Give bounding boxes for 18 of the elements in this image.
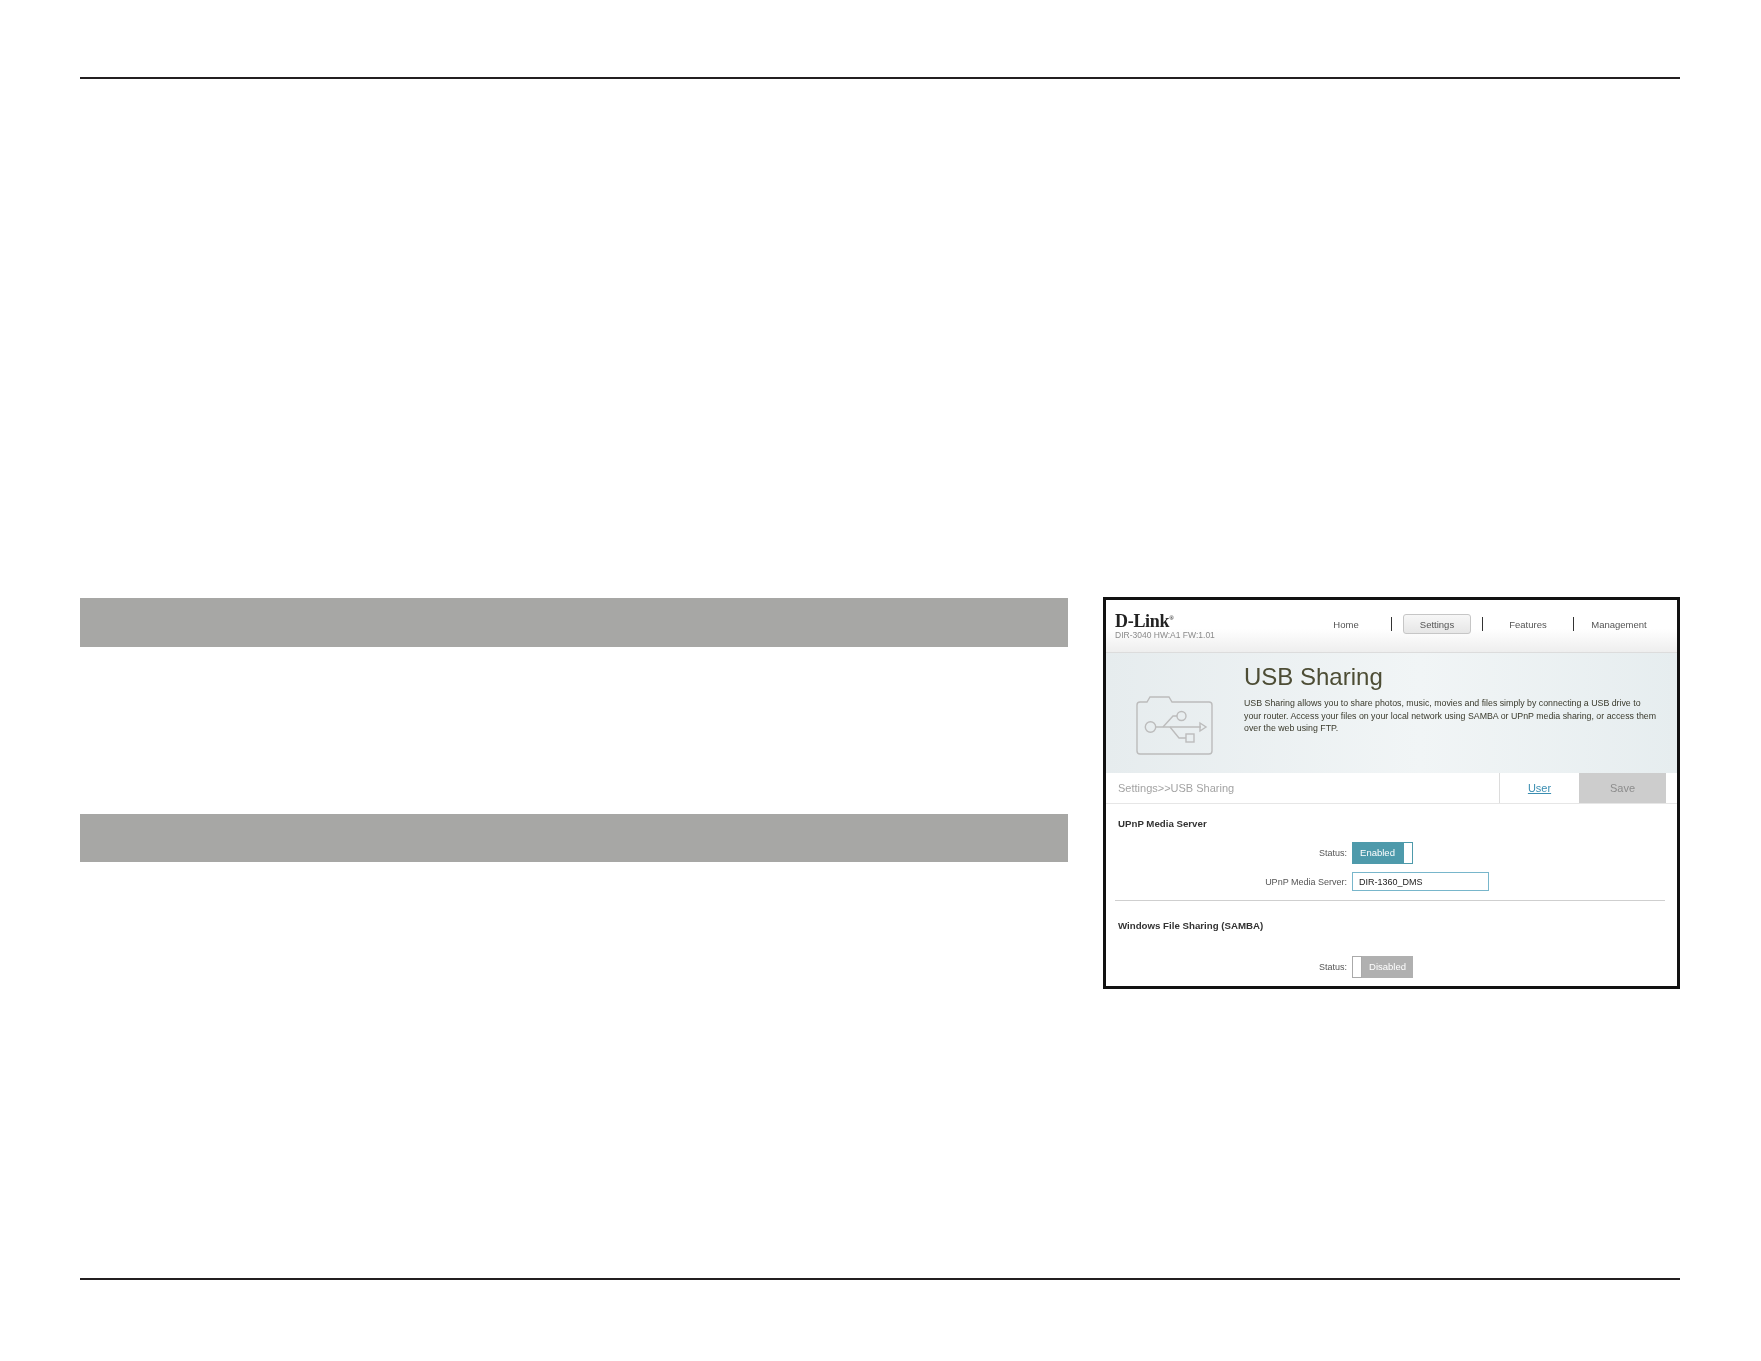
toggle-knob[interactable] [1352,956,1362,978]
field-label: Status: [1318,962,1347,972]
nav-tab[interactable]: Features [1494,614,1562,634]
toggle-knob[interactable] [1403,842,1413,864]
field-label: UPnP Media Server: [1264,876,1347,887]
brand-logo: D-Link$^{®}$ [1115,610,1175,630]
usb-folder-icon [1136,696,1213,755]
section-title: UPnP Media Server [1118,818,1208,830]
text-field[interactable]: DIR-1360_DMS [1352,872,1489,891]
nav-tab[interactable]: Settings [1403,614,1471,634]
nav-tab[interactable]: Home [1312,614,1380,634]
page-description: USB Sharing allows you to share photos, music, movies and files simply by connecting a USB drive to your router. Access your files on your local network using SAMBA or UPnP media sharing, or access them over the web using FTP. [1244,697,1657,735]
page-title: USB Sharing [1244,662,1384,692]
breadcrumb: Settings>>USB Sharing [1117,781,1236,796]
model-info: DIR-3040 HW:A1 FW:1.01 [1115,630,1215,641]
section-title: Windows File Sharing (SAMBA) [1118,920,1265,932]
nav-tab[interactable]: Management [1585,614,1653,634]
field-label: Status: [1318,848,1347,858]
